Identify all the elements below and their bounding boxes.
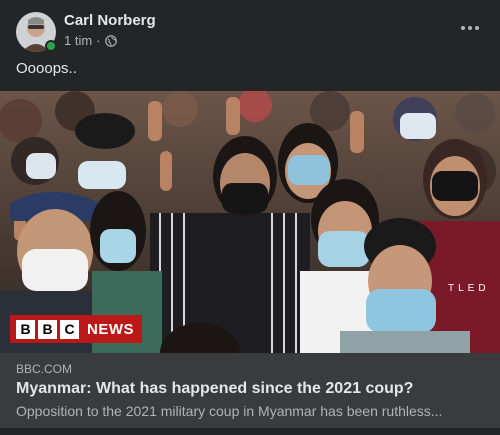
meta-separator: · (96, 33, 101, 48)
more-dot (461, 26, 465, 30)
online-status-indicator (45, 40, 57, 52)
link-preview-image[interactable]: TLED (0, 91, 500, 353)
link-description: Opposition to the 2021 military coup in … (16, 403, 443, 419)
link-title[interactable]: Myanmar: What has happened since the 202… (16, 380, 413, 398)
avatar[interactable] (16, 12, 57, 52)
facebook-post: Carl Norberg 1 tim · Oooops.. TLED B B C… (0, 0, 500, 435)
post-timestamp[interactable]: 1 tim (64, 33, 92, 48)
post-text: Oooops.. (16, 60, 77, 77)
more-options-button[interactable] (456, 18, 484, 38)
bbc-news-logo: B B C NEWS (10, 315, 142, 343)
link-preview-card[interactable]: BBC.COM Myanmar: What has happened since… (0, 353, 500, 428)
sign-text: TLED (448, 283, 490, 294)
post-meta: 1 tim · (64, 33, 117, 48)
more-dot (468, 26, 472, 30)
link-domain: BBC.COM (16, 362, 73, 376)
post-author-name[interactable]: Carl Norberg (64, 12, 156, 29)
protest-photo: TLED (0, 91, 500, 353)
more-dot (475, 26, 479, 30)
bbc-logo-news: NEWS (87, 320, 134, 338)
globe-icon (104, 34, 117, 47)
bbc-logo-letter: B (38, 319, 57, 339)
bbc-logo-letter: C (60, 319, 79, 339)
bbc-logo-letter: B (16, 319, 35, 339)
